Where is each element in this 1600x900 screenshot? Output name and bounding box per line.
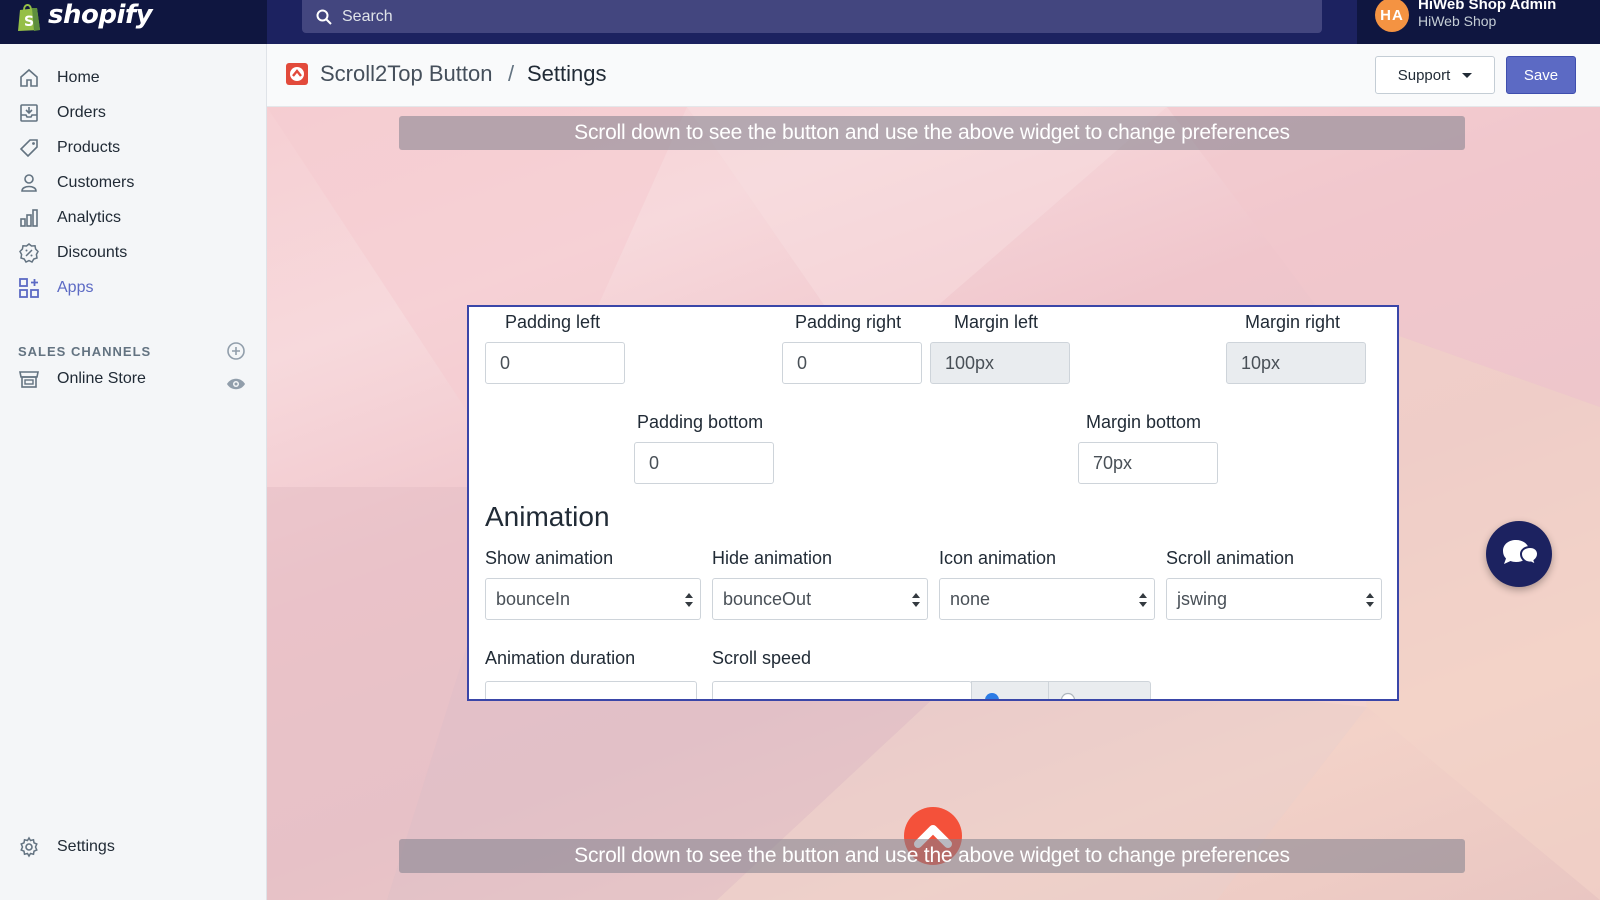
info-banner-bottom: Scroll down to see the button and use th…: [399, 839, 1465, 873]
user-info: HiWeb Shop Admin HiWeb Shop: [1418, 0, 1556, 29]
apps-icon: [17, 276, 41, 300]
app-icon: [286, 63, 308, 85]
sidebar-item-discounts[interactable]: Discounts: [0, 236, 267, 270]
support-button[interactable]: Support: [1375, 56, 1495, 94]
search-input[interactable]: Search: [302, 0, 1322, 33]
save-button[interactable]: Save: [1506, 56, 1576, 94]
tag-icon: [17, 136, 41, 160]
add-circle-icon[interactable]: [226, 341, 246, 361]
sales-channels-heading: SALES CHANNELS: [18, 344, 152, 359]
sidebar-item-label: Customers: [57, 174, 135, 191]
select-arrows-icon: [1139, 593, 1147, 607]
select-arrows-icon: [1366, 593, 1374, 607]
sidebar-item-home[interactable]: Home: [0, 61, 267, 95]
select-arrows-icon: [912, 593, 920, 607]
eye-icon[interactable]: [226, 377, 246, 391]
preview-canvas: Scroll down to see the button and use th…: [267, 107, 1600, 900]
radio-unselected-icon: [1060, 692, 1076, 699]
sidebar-item-customers[interactable]: Customers: [0, 166, 267, 200]
margin-bottom-input[interactable]: 70px: [1078, 442, 1218, 484]
padding-left-input[interactable]: 0: [485, 342, 625, 384]
page-title: Settings: [527, 61, 607, 86]
svg-text:S: S: [24, 14, 34, 30]
margin-bottom-label: Margin bottom: [1086, 412, 1202, 432]
margin-right-label: Margin right: [1245, 312, 1341, 332]
support-label: Support: [1397, 66, 1451, 84]
user-menu[interactable]: HA HiWeb Shop Admin HiWeb Shop: [1357, 0, 1600, 44]
page-header: Scroll2Top Button / Settings Support Sav…: [267, 44, 1600, 107]
icon-animation-select[interactable]: none: [939, 578, 1155, 620]
sidebar-item-label: Analytics: [57, 209, 122, 226]
shopify-logo[interactable]: S shopify: [0, 0, 267, 44]
breadcrumb-app[interactable]: Scroll2Top Button: [320, 61, 492, 87]
show-animation-label: Show animation: [485, 548, 614, 568]
margin-left-label: Margin left: [954, 312, 1039, 332]
scroll-speed-label: Scroll speed: [712, 648, 812, 668]
padding-right-input[interactable]: 0: [782, 342, 922, 384]
bar-chart-icon: [17, 206, 41, 230]
show-animation-value: bounceIn: [496, 588, 571, 609]
icon-animation-label: Icon animation: [939, 548, 1057, 568]
gear-icon: [17, 835, 41, 859]
sidebar-item-analytics[interactable]: Analytics: [0, 201, 267, 235]
home-icon: [17, 66, 41, 90]
scroll-animation-select[interactable]: jswing: [1166, 578, 1382, 620]
logo-text: shopify: [48, 0, 153, 30]
padding-bottom-label: Padding bottom: [637, 412, 764, 432]
margin-left-input[interactable]: 100px: [930, 342, 1070, 384]
scroll-animation-label: Scroll animation: [1166, 548, 1295, 568]
animation-duration-label: Animation duration: [485, 648, 636, 668]
sidebar-item-label: Home: [57, 69, 100, 86]
avatar: HA: [1375, 0, 1409, 32]
sidebar-item-apps[interactable]: Apps: [0, 271, 267, 305]
scroll-animation-value: jswing: [1177, 588, 1228, 609]
settings-panel: Padding left 0 Padding right 0 Margin le…: [467, 305, 1399, 701]
sidebar-item-label: Orders: [57, 104, 106, 121]
hide-animation-label: Hide animation: [712, 548, 833, 568]
search-placeholder: Search: [342, 7, 393, 25]
icon-animation-value: none: [950, 588, 991, 609]
select-arrows-icon: [685, 593, 693, 607]
person-icon: [17, 171, 41, 195]
discount-icon: [17, 241, 41, 265]
sidebar: Home Orders Products Customers Analytics…: [0, 44, 267, 900]
chat-bubbles-icon: [1503, 540, 1539, 567]
scroll-speed-input[interactable]: [712, 681, 972, 699]
padding-right-label: Padding right: [795, 312, 902, 332]
scroll-speed-unit-group[interactable]: [971, 681, 1151, 699]
shopify-bag-icon: S: [18, 4, 40, 31]
sidebar-item-label: Settings: [57, 838, 115, 855]
margin-right-input[interactable]: 10px: [1226, 342, 1366, 384]
sidebar-item-label: Products: [57, 139, 121, 156]
sidebar-item-products[interactable]: Products: [0, 131, 267, 165]
caret-down-icon: [1462, 72, 1473, 78]
padding-left-label: Padding left: [505, 312, 601, 332]
sidebar-item-label: Apps: [57, 279, 94, 296]
sidebar-item-label: Online Store: [57, 370, 146, 387]
padding-bottom-input[interactable]: 0: [634, 442, 774, 484]
user-shop: HiWeb Shop: [1418, 13, 1497, 30]
chat-widget-button[interactable]: [1486, 521, 1552, 587]
hide-animation-value: bounceOut: [723, 588, 812, 609]
animation-duration-input[interactable]: [485, 681, 697, 699]
radio-selected-icon: [985, 693, 999, 699]
hide-animation-select[interactable]: bounceOut: [712, 578, 928, 620]
main-content: Scroll2Top Button / Settings Support Sav…: [267, 44, 1600, 900]
user-name: HiWeb Shop Admin: [1418, 0, 1557, 13]
store-icon: [17, 367, 41, 391]
top-bar: S shopify Search HA HiWeb Shop Admin HiW…: [0, 0, 1600, 44]
animation-heading: Animation: [485, 501, 610, 532]
breadcrumb-separator: /: [508, 61, 515, 86]
info-banner-top: Scroll down to see the button and use th…: [399, 116, 1465, 150]
show-animation-select[interactable]: bounceIn: [485, 578, 701, 620]
sidebar-item-settings[interactable]: Settings: [0, 830, 267, 864]
sidebar-item-orders[interactable]: Orders: [0, 96, 267, 130]
orders-icon: [17, 101, 41, 125]
sidebar-item-label: Discounts: [57, 244, 128, 261]
search-icon: [316, 9, 332, 25]
